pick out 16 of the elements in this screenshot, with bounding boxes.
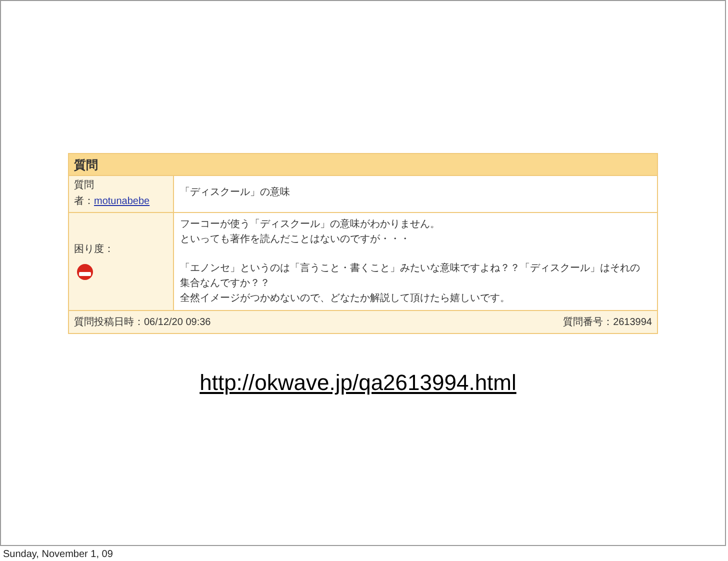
author-label: 者： [74, 195, 94, 209]
question-text-line: 「エノンセ」というのは「言うこと・書くこと」みたいな意味ですよね？？「ディスクール」はそれの [180, 262, 641, 276]
question-text-line: フーコーが使う「ディスクール」の意味がわかりません。 [180, 218, 441, 232]
question-number: 質問番号：2613994 [563, 316, 652, 330]
question-label: 質問 [74, 179, 95, 193]
url-link[interactable]: http://okwave.jp/qa2613994.html [200, 366, 516, 399]
footer-date: Sunday, November 1, 09 [3, 548, 114, 561]
trouble-label: 困り度： [74, 242, 115, 257]
author-link[interactable]: motunabebe [94, 195, 150, 209]
question-text-line: といっても著作を読んだことはないのですが・・・ [180, 232, 411, 247]
question-title: 「ディスクール」の意味 [180, 187, 290, 198]
panel-heading: 質問 [69, 154, 657, 176]
question-text-line: 全然イメージがつかめないので、どなたか解説して頂けたら嬉しいです。 [180, 292, 511, 306]
trouble-level-icon [74, 263, 96, 281]
question-text-line: 集合なんですか？？ [180, 277, 271, 291]
posted-date: 質問投稿日時：06/12/20 09:36 [74, 316, 211, 330]
